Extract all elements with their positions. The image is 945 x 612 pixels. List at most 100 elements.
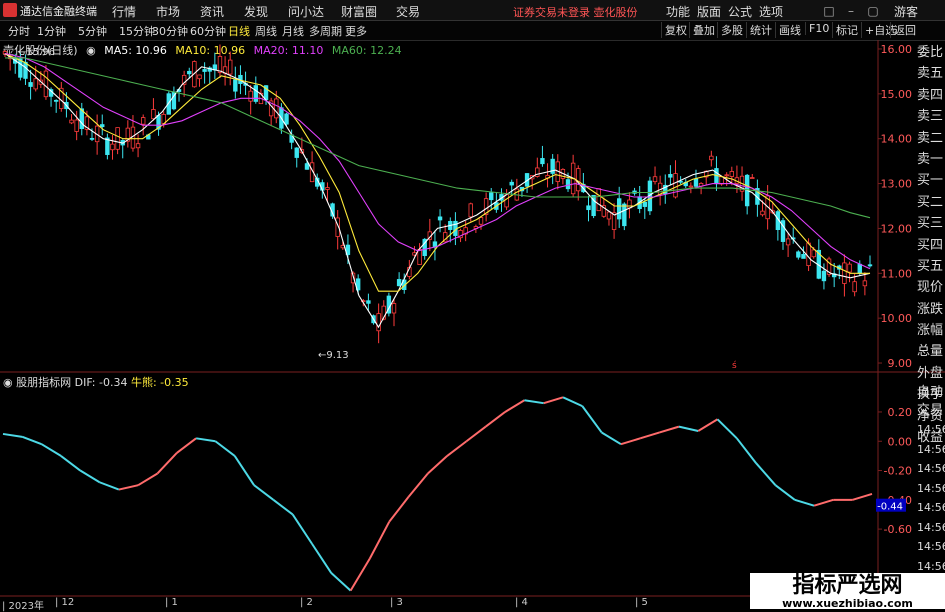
candle-body [627,199,632,209]
candle-body [862,280,868,287]
candle-body [724,174,729,177]
trade-time: 14:56 [917,462,945,475]
side-label: 买一 [917,173,944,189]
candle-body [140,117,146,125]
candle-body [391,303,397,314]
dif-segment [524,399,544,405]
candle-body [867,264,873,267]
candle-body [847,263,852,273]
current-dif-value: -0.44 [877,502,903,513]
time-axis-label: | 12 [55,597,75,608]
trade-time: 14:56 [917,442,945,456]
dif-segment [330,572,352,592]
candle-body [509,181,514,186]
time-axis-label: | 5 [635,597,648,608]
candle-body [821,270,827,282]
candle-body [504,194,509,208]
dif-segment [60,455,81,472]
dif-segment [639,431,660,440]
trade-time: 14:56 [917,481,945,495]
candle-body [540,158,545,165]
time-axis-label: | 3 [390,597,403,608]
time-axis-label: | 1 [165,597,178,608]
side-label: 卖二 [917,130,944,146]
dif-segment [369,521,391,559]
candle-body [417,248,422,265]
candle-body [28,82,33,87]
candle-body [806,242,811,267]
chart-canvas[interactable]: 16.00 15.00 14.00 13.00 12.00 11.00 10.00 9.00 ←… [0,0,945,609]
candle-body [785,238,791,246]
dif-tick-label: -0.20 [884,465,912,478]
dif-segment [620,437,641,446]
time-axis-label: | 2023年 [2,601,44,612]
candle-body [760,210,765,216]
dif-segment [504,399,525,413]
candle-body [852,281,857,293]
dif-segment [41,443,62,457]
candle-body [274,98,279,119]
dif-segment [697,418,719,432]
dif-segment [678,425,699,432]
side-label: 买二 [917,194,944,210]
price-tick-label: 12.00 [881,222,913,235]
dif-tick-label: -0.60 [884,523,912,536]
candle-body [135,143,141,149]
candle-body [304,163,310,170]
candle-body [796,251,801,258]
candle-body [857,263,862,274]
dif-segment [156,452,178,475]
candle-body [535,167,540,177]
watermark-url: www.xuezhibiao.com [782,597,913,610]
event-marker: ś [732,360,737,371]
candle-body [115,127,120,150]
ma-line-ma10 [4,52,870,292]
candle-body [719,176,724,185]
dif-segment [233,455,255,486]
candle-body [110,143,115,151]
dif-tick-label: 0.00 [888,435,913,448]
candle-body [233,79,238,92]
candle-body [396,279,402,287]
dif-segment [214,440,236,457]
candle-body [565,179,571,190]
dif-segment [79,469,101,484]
sub-chart-legend: ◉ 股朋指标网 DIF: -0.34 牛熊: -0.35 [3,374,189,390]
indicator-name[interactable]: 股朋指标网 [16,376,71,389]
side-label: 买三 [917,216,944,232]
ma-line-ma20 [4,52,871,270]
dif-segment [118,484,139,491]
sub-toggle-icon[interactable]: ◉ [3,376,13,389]
candle-body [801,254,806,259]
side-label: 现价 [917,280,944,296]
trade-label[interactable]: 交易 [917,402,945,420]
candle-body [100,124,105,128]
watermark-title: 指标严选网 [792,573,903,598]
dif-segment [813,498,834,507]
dif-segment [99,481,120,491]
dif-segment [137,472,159,487]
high-price-annotation: ←15.96 [18,47,55,58]
candle-body [606,211,612,220]
dif-tick-label: 0.20 [888,406,913,419]
side-label: 卖四 [917,87,944,103]
dif-segment [176,437,197,454]
side-label: 买五 [917,258,944,274]
candle-body [151,109,156,120]
price-tick-label: 16.00 [881,43,913,56]
time-axis-label: | 4 [515,597,528,608]
dif-segment [581,405,603,434]
trade-label[interactable]: 自动 [917,384,945,402]
side-label: 外盘 [917,365,944,381]
candle-body [53,99,59,102]
dif-segment [659,425,680,434]
candle-body [197,74,202,80]
candle-body [217,56,223,73]
time-axis: | 2023年| 12| 1| 2| 3| 4| 5| 6 [0,597,878,612]
trade-time: 14:56 [917,423,945,436]
side-label: 涨跌 [917,301,944,317]
candle-body [33,78,38,90]
price-tick-label: 13.00 [881,178,913,191]
candle-body [652,176,658,183]
candle-body [69,119,74,124]
